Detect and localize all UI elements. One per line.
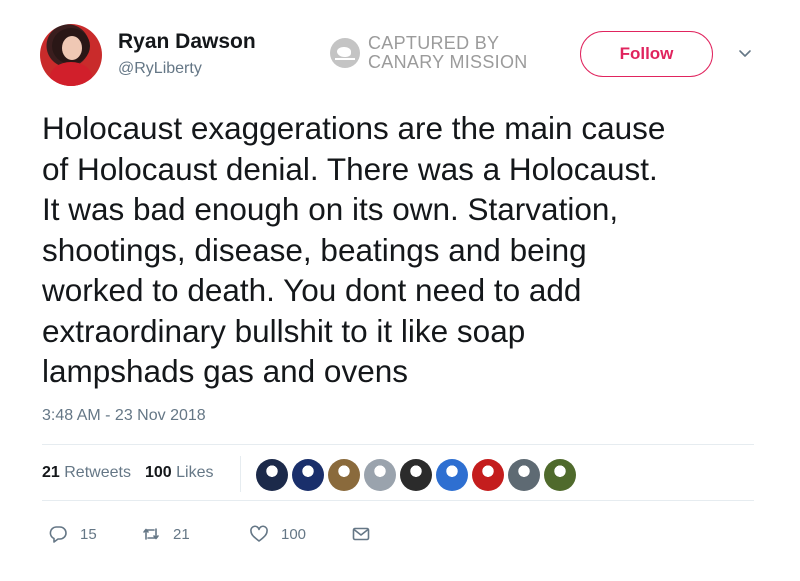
reply-count: 15 bbox=[80, 525, 97, 543]
liker-avatar[interactable] bbox=[292, 459, 324, 491]
retweet-icon bbox=[143, 528, 159, 540]
envelope-icon bbox=[352, 527, 370, 541]
likes-label: Likes bbox=[176, 464, 214, 481]
avatar[interactable] bbox=[40, 24, 102, 86]
divider-top bbox=[42, 444, 754, 445]
liker-avatars bbox=[256, 459, 576, 491]
retweets-count: 21 bbox=[42, 464, 60, 481]
canary-mission-watermark: CAPTURED BY CANARY MISSION bbox=[330, 34, 528, 72]
user-handle[interactable]: @RyLiberty bbox=[118, 60, 202, 78]
follow-button[interactable]: Follow bbox=[580, 31, 713, 77]
stats-separator bbox=[240, 456, 241, 492]
like-button[interactable]: 100 bbox=[249, 524, 351, 544]
likes-stat[interactable]: 100 Likes bbox=[145, 464, 214, 482]
watermark-line-2: CANARY MISSION bbox=[368, 52, 528, 72]
tweet-stats: 21 Retweets 100 Likes bbox=[42, 464, 213, 482]
liker-avatar[interactable] bbox=[472, 459, 504, 491]
retweets-label: Retweets bbox=[64, 464, 131, 481]
liker-avatar[interactable] bbox=[400, 459, 432, 491]
liker-avatar[interactable] bbox=[256, 459, 288, 491]
likes-count: 100 bbox=[144, 464, 172, 481]
heart-icon bbox=[250, 525, 268, 542]
tweet-text: Holocaust exaggerations are the main cau… bbox=[42, 110, 666, 389]
like-count: 100 bbox=[281, 525, 307, 543]
divider-bottom bbox=[42, 500, 754, 501]
avatar-shirt bbox=[50, 62, 92, 86]
chevron-down-icon[interactable] bbox=[737, 46, 753, 62]
reply-button[interactable]: 15 bbox=[48, 524, 141, 544]
retweets-stat[interactable]: 21 Retweets bbox=[42, 464, 131, 482]
retweet-count: 21 bbox=[173, 525, 190, 543]
avatar-face bbox=[62, 36, 82, 60]
tweet-timestamp[interactable]: 3:48 AM - 23 Nov 2018 bbox=[42, 407, 206, 425]
user-name[interactable]: Ryan Dawson bbox=[118, 30, 256, 54]
liker-avatar[interactable] bbox=[364, 459, 396, 491]
liker-avatar[interactable] bbox=[328, 459, 360, 491]
watermark-line-1: CAPTURED BY bbox=[368, 33, 500, 53]
liker-avatar[interactable] bbox=[544, 459, 576, 491]
canary-logo-icon bbox=[330, 38, 360, 68]
direct-message-button[interactable] bbox=[351, 524, 371, 544]
liker-avatar[interactable] bbox=[436, 459, 468, 491]
action-bar: 15 21 100 bbox=[48, 524, 371, 544]
retweet-button[interactable]: 21 bbox=[141, 524, 249, 544]
reply-icon bbox=[49, 526, 67, 543]
watermark-text: CAPTURED BY CANARY MISSION bbox=[368, 34, 528, 72]
liker-avatar[interactable] bbox=[508, 459, 540, 491]
